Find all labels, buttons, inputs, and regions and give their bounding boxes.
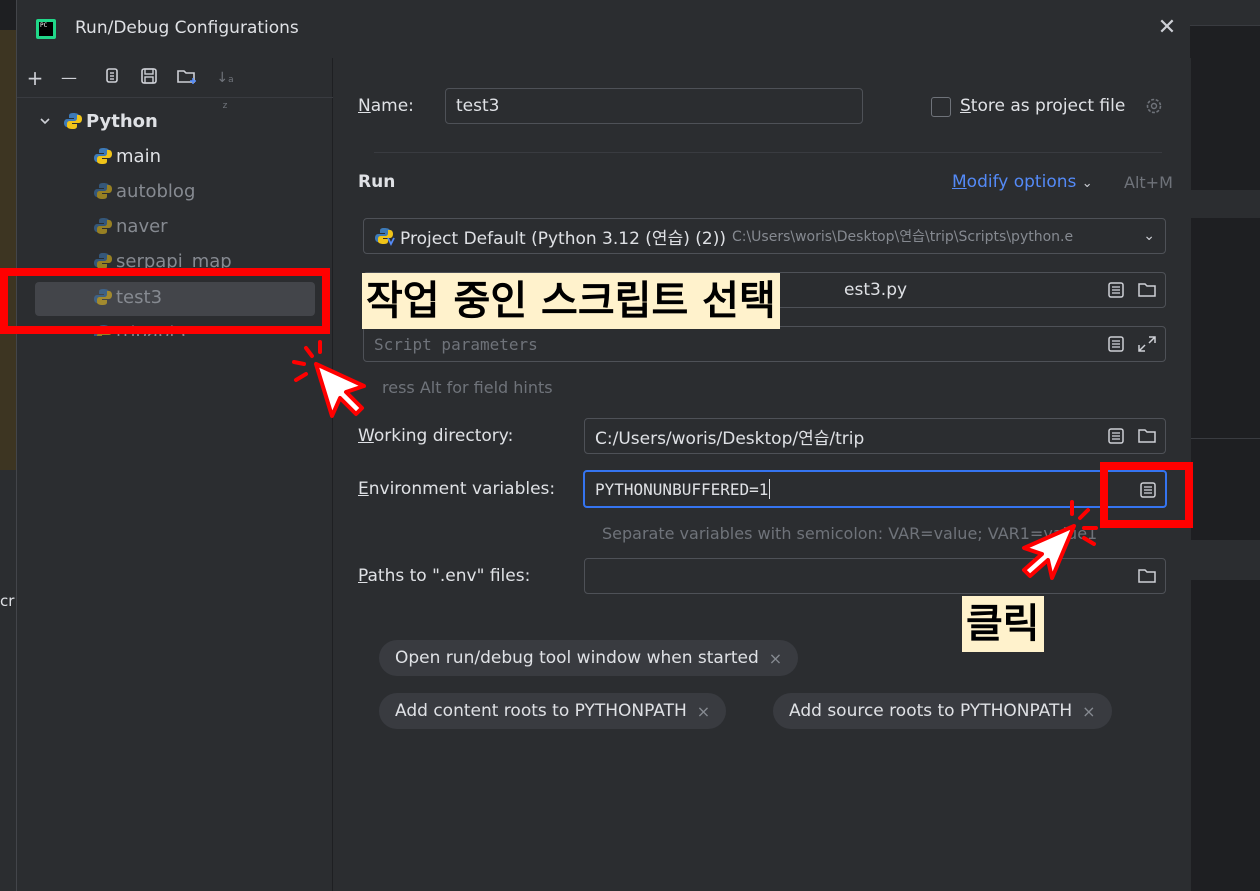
ide-panel-strip — [0, 470, 16, 891]
add-icon[interactable]: + — [23, 66, 47, 90]
folder-icon[interactable] — [1137, 567, 1157, 585]
interpreter-path: C:\Users\woris\Desktop\연습\trip\Scripts\p… — [731, 229, 1074, 245]
run-section-heading: Run — [358, 172, 396, 192]
store-as-project-label[interactable]: Store as project file — [960, 96, 1125, 116]
pycharm-icon: PC — [36, 19, 56, 39]
copy-icon[interactable] — [101, 66, 125, 90]
tree-group-label: Python — [86, 110, 158, 132]
python-icon — [64, 113, 82, 129]
edit-list-icon[interactable] — [1107, 427, 1125, 445]
script-parameters-placeholder: Script parameters — [374, 334, 538, 354]
working-directory-label: Working directory: — [358, 426, 514, 446]
close-icon[interactable]: × — [697, 702, 710, 721]
new-folder-icon[interactable] — [175, 66, 199, 90]
close-icon[interactable]: × — [1082, 702, 1095, 721]
dialog-title: Run/Debug Configurations — [75, 18, 299, 38]
script-parameters-input[interactable]: Script parameters — [363, 326, 1166, 362]
highlight-box-env-edit — [1100, 462, 1193, 528]
chevron-down-icon[interactable] — [39, 115, 51, 127]
ide-edge-text: cr — [0, 592, 15, 610]
modify-options-shortcut: Alt+M — [1124, 173, 1173, 192]
tree-item-main[interactable]: main — [93, 141, 161, 171]
highlight-box-test3 — [0, 268, 330, 334]
run-debug-dialog: PC Run/Debug Configurations ✕ + — ↓a z P… — [16, 0, 1191, 891]
tree-item-label: main — [116, 145, 161, 167]
edit-list-icon[interactable] — [1107, 335, 1125, 353]
store-as-project-checkbox[interactable] — [931, 97, 951, 117]
ide-editor-strip — [0, 30, 16, 470]
gear-icon[interactable] — [1144, 96, 1164, 116]
tree-item-naver[interactable]: naver — [93, 211, 168, 241]
section-divider — [374, 152, 1162, 153]
folder-icon[interactable] — [1137, 281, 1157, 299]
dialog-titlebar[interactable]: PC Run/Debug Configurations ✕ — [17, 0, 1191, 58]
name-input[interactable]: test3 — [445, 88, 863, 124]
chip-add-content-roots[interactable]: Add content roots to PYTHONPATH × — [379, 693, 727, 729]
chevron-down-icon: ⌄ — [1081, 176, 1093, 191]
name-label: Name: — [358, 96, 414, 116]
environment-variables-value: PYTHONUNBUFFERED=1 — [595, 479, 769, 499]
tree-item-autoblog[interactable]: autoblog — [93, 176, 195, 206]
working-directory-input[interactable]: C:/Users/woris/Desktop/연습/trip — [584, 418, 1166, 454]
pointer-cursor-icon — [292, 340, 366, 418]
callout-click: 클릭 — [962, 596, 1044, 652]
environment-variables-label: Environment variables: — [358, 479, 556, 499]
remove-icon[interactable]: — — [57, 66, 81, 90]
close-icon[interactable]: × — [769, 649, 782, 668]
tree-group-python[interactable]: Python — [39, 106, 158, 136]
edit-list-icon[interactable] — [1107, 281, 1125, 299]
interpreter-name: Project Default (Python 3.12 (연습) (2)) — [400, 228, 726, 249]
folder-icon[interactable] — [1137, 427, 1157, 445]
chip-open-tool-window[interactable]: Open run/debug tool window when started × — [379, 640, 799, 676]
chip-add-source-roots[interactable]: Add source roots to PYTHONPATH × — [773, 693, 1112, 729]
callout-select-script: 작업 중인 스크립트 선택 — [362, 273, 780, 329]
config-form-panel: Name: test3 Store as project file Run Mo… — [334, 58, 1191, 891]
dotenv-paths-label: Paths to ".env" files: — [358, 566, 531, 586]
config-tree-panel: + — ↓a z Python main autoblog naver serp… — [17, 58, 333, 891]
interpreter-select[interactable]: Project Default (Python 3.12 (연습) (2)) C… — [363, 218, 1166, 254]
working-directory-value: C:/Users/woris/Desktop/연습/trip — [595, 428, 865, 449]
script-path-value: est3.py — [844, 280, 908, 300]
modify-options-link[interactable]: Modify options ⌄ — [952, 172, 1093, 192]
pointer-cursor-icon — [1022, 500, 1098, 580]
python-icon — [94, 183, 112, 199]
ide-right-area — [1190, 0, 1260, 891]
tree-toolbar: + — ↓a z — [17, 58, 333, 111]
field-hints-text: ress Alt for field hints — [382, 378, 553, 397]
chevron-down-icon[interactable]: ⌄ — [1143, 228, 1155, 244]
text-cursor — [769, 479, 771, 499]
save-icon[interactable] — [137, 66, 161, 90]
python-icon — [94, 218, 112, 234]
expand-icon[interactable] — [1137, 335, 1157, 353]
sort-icon[interactable]: ↓a z — [213, 66, 237, 111]
python-interpreter-icon — [375, 228, 395, 246]
close-icon[interactable]: ✕ — [1155, 16, 1179, 40]
python-icon — [94, 148, 112, 164]
tree-item-label: autoblog — [116, 180, 196, 202]
tree-item-label: naver — [116, 215, 168, 237]
